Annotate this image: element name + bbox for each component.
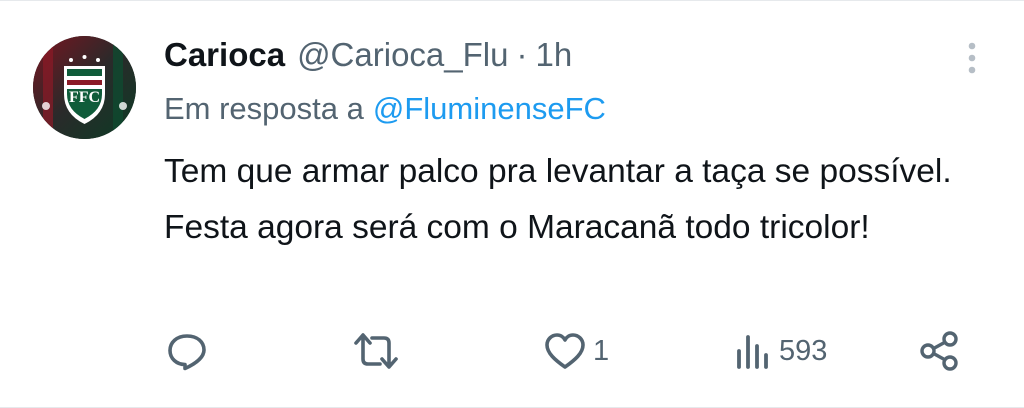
user-handle[interactable]: @Carioca_Flu <box>297 36 508 74</box>
fluminense-crest-icon: FFC <box>33 36 136 139</box>
svg-text:FFC: FFC <box>69 89 100 106</box>
like-count: 1 <box>593 334 610 367</box>
tweet-card[interactable]: FFC Carioca @Carioca_Flu · 1h Em respost… <box>0 0 1024 408</box>
reply-context: Em resposta a @FluminenseFC <box>164 87 606 131</box>
display-name[interactable]: Carioca <box>164 36 285 74</box>
more-options-button[interactable] <box>962 41 982 75</box>
views-count: 593 <box>779 334 828 367</box>
retweet-button[interactable] <box>353 331 399 371</box>
reply-target-link[interactable]: @FluminenseFC <box>373 91 606 127</box>
retweet-icon <box>354 333 398 369</box>
heart-icon <box>545 333 585 369</box>
avatar[interactable]: FFC <box>33 36 136 139</box>
reply-prefix: Em resposta a <box>164 91 364 126</box>
tweet-header: Carioca @Carioca_Flu · 1h <box>164 31 572 79</box>
separator-dot: · <box>516 36 528 73</box>
share-icon <box>920 331 958 371</box>
views-icon <box>737 335 768 369</box>
like-button[interactable]: 1 <box>543 331 609 371</box>
tweet-text: Tem que armar palco pra levantar a taça … <box>164 153 952 246</box>
share-button[interactable] <box>918 331 960 371</box>
more-vertical-icon <box>968 42 976 74</box>
reply-icon <box>168 334 206 371</box>
timestamp[interactable]: 1h <box>535 36 572 74</box>
reply-button[interactable] <box>166 331 208 371</box>
views-button[interactable]: 593 <box>733 331 827 371</box>
